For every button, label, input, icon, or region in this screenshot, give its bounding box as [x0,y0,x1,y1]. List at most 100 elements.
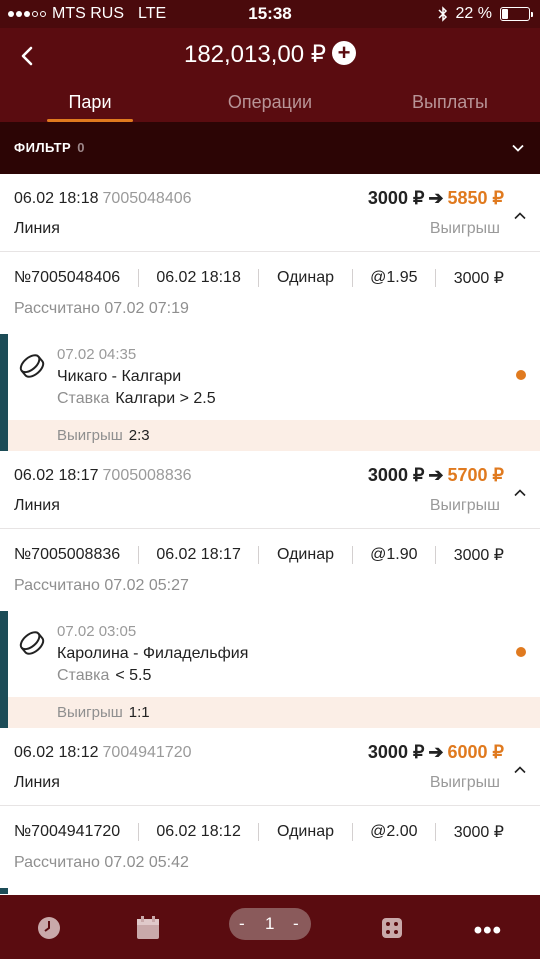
bet-calculated: Рассчитано 07.02 07:19 [14,300,189,317]
chevron-up-icon[interactable] [514,210,526,222]
tab-payouts[interactable]: Выплаты [390,92,510,113]
balance-value: 182,013,00 ₽ [183,41,327,68]
bet-status: Выигрыш [429,774,500,791]
result-text: Выигрыш 2:3 [57,427,150,444]
bet-type: Одинар [277,823,334,840]
bet-id: 7005048406 [102,190,192,207]
bet-summary[interactable]: 06.02 18:12 7004941720 Линия 3000 ₽ ➔ 6000 … [0,728,540,806]
event-status-dot [516,647,526,657]
bet-win: 5850 ₽ [447,188,505,208]
bet-amounts: 3000 ₽ ➔ 5700 ₽ [368,465,504,486]
bet-calculated: Рассчитано 07.02 05:42 [14,854,189,871]
calendar-icon[interactable] [135,915,161,941]
bet-date: 06.02 18:18 [14,190,99,207]
bet-datetime: 06.02 18:12 7004941720 [14,744,192,762]
bets-list: 06.02 18:18 7005048406 Линия 3000 ₽ ➔ 5850 … [0,174,540,894]
result-label: Выигрыш [57,704,123,721]
filter-label: ФИЛЬТР 0 [14,140,85,155]
event-result: Выигрыш 1:1 [8,697,540,728]
bet-details: №7004941720 06.02 18:12 Одинар @2.00 300… [0,806,540,888]
event-status-dot [516,370,526,380]
page-number: 1 [265,914,275,933]
page-prev-button[interactable]: - [239,914,245,934]
result-score: 2:3 [128,427,150,444]
event-result: Выигрыш 2:3 [8,420,540,451]
filter-bar[interactable]: ФИЛЬТР 0 [0,122,540,174]
event-item [0,888,540,894]
bet-line: Линия [14,497,60,514]
bet-placed: 06.02 18:17 [156,546,241,563]
filter-count: 0 [77,140,85,155]
status-right: 22 % [438,5,533,23]
bluetooth-icon [438,6,447,22]
tab-bets[interactable]: Пари [47,92,133,113]
arrow-right-icon: ➔ [428,465,444,485]
bet-details-row: №7005048406 06.02 18:18 Одинар @1.95 300… [14,268,504,288]
bet-card: 06.02 18:12 7004941720 Линия 3000 ₽ ➔ 6000 … [0,728,540,894]
bet-amounts: 3000 ₽ ➔ 5850 ₽ [368,188,504,209]
bet-odds: @1.90 [370,546,418,563]
balance: 182,013,00 ₽ + [0,40,540,69]
hockey-puck-icon [19,354,45,378]
bet-status: Выигрыш [429,497,500,514]
bet-id: 7005008836 [102,467,192,484]
bet-odds: @2.00 [370,823,418,840]
bet-date: 06.02 18:17 [14,467,99,484]
app-header: 182,013,00 ₽ + Пари Операции Выплаты [0,28,540,122]
chevron-down-icon[interactable] [512,142,524,154]
result-label: Выигрыш [57,427,123,444]
bet-number: №7004941720 [14,823,121,840]
stake-label: Ставка [57,390,110,407]
stake-value: Калгари > 2.5 [115,390,216,407]
bet-number: №7005008836 [14,546,121,563]
bet-type: Одинар [277,546,334,563]
bet-date: 06.02 18:12 [14,744,99,761]
stake-label: Ставка [57,667,110,684]
battery-icon [500,7,533,21]
event-stake: Ставка < 5.5 [57,667,151,685]
dice-icon[interactable] [379,915,405,941]
bet-summary[interactable]: 06.02 18:17 7005008836 Линия 3000 ₽ ➔ 5700 … [0,451,540,529]
bet-win: 6000 ₽ [447,742,505,762]
bet-summary[interactable]: 06.02 18:18 7005048406 Линия 3000 ₽ ➔ 5850 … [0,174,540,252]
bet-details: №7005008836 06.02 18:17 Одинар @1.90 300… [0,529,540,611]
bet-stake: 3000 ₽ [367,742,425,762]
bet-amount: 3000 ₽ [453,547,504,564]
more-menu-icon[interactable]: ••• [474,917,502,945]
event-teams: Чикаго - Калгари [57,368,182,385]
result-text: Выигрыш 1:1 [57,704,150,721]
chevron-up-icon[interactable] [514,764,526,776]
bet-details-row: №7004941720 06.02 18:12 Одинар @2.00 300… [14,822,504,842]
bet-placed: 06.02 18:12 [156,823,241,840]
bet-status: Выигрыш [429,220,500,237]
bet-id: 7004941720 [102,744,192,761]
bet-calculated: Рассчитано 07.02 05:27 [14,577,189,594]
history-clock-icon[interactable] [36,915,62,941]
event-item: 07.02 04:35 Чикаго - Калгари Ставка Калга… [0,334,540,451]
hockey-puck-icon [19,631,45,655]
filter-title: ФИЛЬТР [14,140,72,155]
bet-line: Линия [14,220,60,237]
bet-card: 06.02 18:18 7005048406 Линия 3000 ₽ ➔ 5850 … [0,174,540,451]
event-time: 07.02 03:05 [57,623,137,640]
bet-stake: 3000 ₽ [367,465,425,485]
bet-odds: @1.95 [370,269,418,286]
chevron-up-icon[interactable] [514,487,526,499]
battery-fill [502,9,509,19]
event-accent-bar [0,611,8,728]
tab-bar: Пари Операции Выплаты [0,86,540,122]
bet-placed: 06.02 18:18 [156,269,241,286]
bet-amounts: 3000 ₽ ➔ 6000 ₽ [368,742,504,763]
bet-stake: 3000 ₽ [367,188,425,208]
stake-value: < 5.5 [115,667,152,684]
tab-operations[interactable]: Операции [205,92,335,113]
bottom-nav: - 1 - ••• [0,895,540,959]
bet-details: №7005048406 06.02 18:18 Одинар @1.95 300… [0,252,540,334]
arrow-right-icon: ➔ [428,742,444,762]
add-funds-icon[interactable]: + [332,41,357,65]
bet-line: Линия [14,774,60,791]
bet-amount: 3000 ₽ [453,270,504,287]
bet-card: 06.02 18:17 7005008836 Линия 3000 ₽ ➔ 5700 … [0,451,540,728]
page-next-button[interactable]: - [293,914,299,934]
battery-percent: 22 % [455,5,492,22]
